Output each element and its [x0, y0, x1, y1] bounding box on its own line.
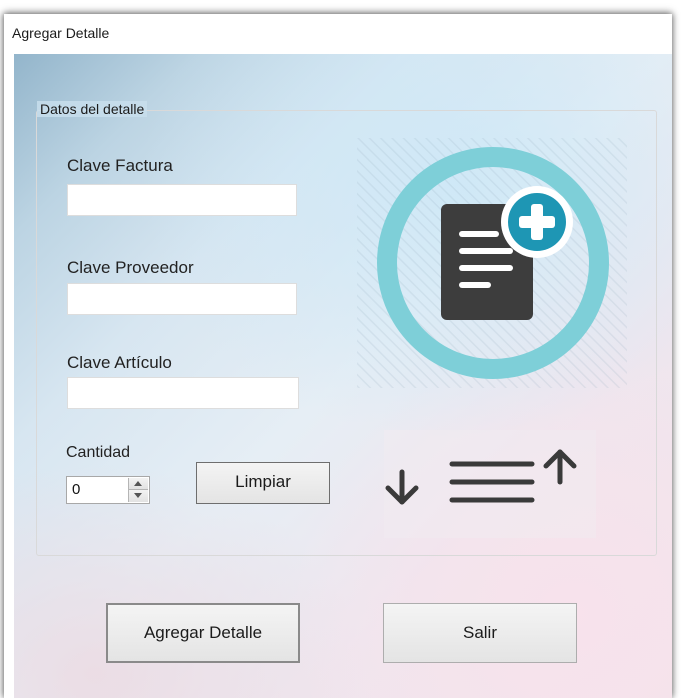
spinner-buttons — [128, 478, 148, 502]
add-document-icon — [357, 138, 627, 388]
chevron-up-icon — [134, 481, 142, 486]
clave-articulo-label: Clave Artículo — [67, 353, 172, 372]
chevron-down-icon — [134, 493, 142, 498]
clave-proveedor-label: Clave Proveedor — [67, 258, 194, 277]
cantidad-spinner[interactable]: 0 — [66, 476, 150, 504]
groupbox-legend: Datos del detalle — [37, 101, 148, 117]
cantidad-value[interactable]: 0 — [72, 481, 80, 498]
sort-arrows-icon — [384, 430, 596, 538]
cantidad-label: Cantidad — [66, 444, 131, 461]
agregar-detalle-button[interactable]: Agregar Detalle — [106, 603, 300, 663]
spinner-down-button[interactable] — [129, 490, 148, 502]
salir-button[interactable]: Salir — [383, 603, 577, 663]
clave-factura-input[interactable] — [67, 184, 297, 216]
window-title: Agregar Detalle — [12, 25, 110, 41]
limpiar-button[interactable]: Limpiar — [196, 462, 330, 504]
title-bar[interactable]: Agregar Detalle — [4, 14, 672, 54]
clave-articulo-input[interactable] — [67, 377, 299, 409]
clave-factura-label: Clave Factura — [67, 156, 173, 175]
spinner-up-button[interactable] — [129, 478, 148, 490]
clave-proveedor-input[interactable] — [67, 283, 297, 315]
